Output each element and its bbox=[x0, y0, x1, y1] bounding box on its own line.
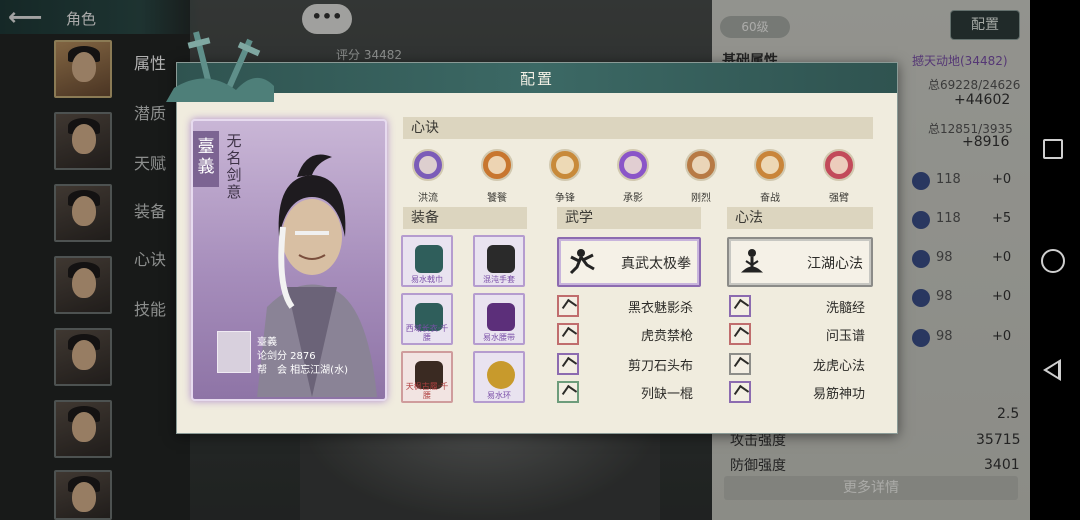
dialog-header: 配置 bbox=[177, 63, 897, 93]
config-dialog: 配置 臺義 无名剑意 臺義 论剑分 2876 帮 会 相忘江湖(水) 心诀 洪流… bbox=[176, 62, 898, 434]
mindset-section-header: 心诀 bbox=[403, 117, 873, 139]
skill-icon bbox=[729, 295, 751, 317]
skill-icon bbox=[729, 381, 751, 403]
method-sub-skill[interactable]: 易筋神功 bbox=[729, 381, 865, 403]
martial-sub-skill[interactable]: 列缺一棍 bbox=[557, 381, 693, 403]
method-section-header: 心法 bbox=[727, 207, 873, 229]
mindset-skill-ganglie[interactable]: 刚烈 bbox=[676, 149, 726, 205]
mindset-skill-icon bbox=[823, 149, 855, 181]
ring-icon bbox=[487, 361, 515, 389]
martial-section-header: 武学 bbox=[557, 207, 701, 229]
mindset-skill-zhengfeng[interactable]: 争锋 bbox=[540, 149, 590, 205]
card-name: 臺義 bbox=[257, 337, 277, 348]
mindset-skill-fenzhan[interactable]: 奋战 bbox=[745, 149, 795, 205]
equipment-slot-belt[interactable]: 易水腰带 bbox=[473, 293, 525, 345]
mindset-skill-icon bbox=[412, 149, 444, 181]
belt-icon bbox=[487, 303, 515, 331]
equipment-slot-ring[interactable]: 易水环 bbox=[473, 351, 525, 403]
mindset-skill-icon bbox=[754, 149, 786, 181]
main-martial-skill[interactable]: 真武太极拳 bbox=[557, 237, 701, 287]
method-sub-skill[interactable]: 问玉谱 bbox=[729, 323, 865, 345]
recent-apps-icon[interactable] bbox=[1043, 139, 1063, 159]
fighter-icon bbox=[569, 249, 595, 275]
martial-sub-skill[interactable]: 虎贲禁枪 bbox=[557, 323, 693, 345]
equipment-slot-head[interactable]: 易水戟巾 bbox=[401, 235, 453, 287]
mindset-skill-icon bbox=[617, 149, 649, 181]
mindset-skill-icon bbox=[549, 149, 581, 181]
skill-icon bbox=[557, 295, 579, 317]
character-card: 臺義 无名剑意 臺義 论剑分 2876 帮 会 相忘江湖(水) bbox=[191, 119, 387, 401]
mindset-skill-taotie[interactable]: 饕餮 bbox=[472, 149, 522, 205]
mindset-skill-chengying[interactable]: 承影 bbox=[608, 149, 658, 205]
skill-icon bbox=[729, 323, 751, 345]
skill-icon bbox=[557, 353, 579, 375]
dialog-title: 配置 bbox=[519, 70, 554, 88]
character-avatar bbox=[217, 331, 251, 373]
martial-sub-skill[interactable]: 剪刀石头布 bbox=[557, 353, 693, 375]
method-sub-skill[interactable]: 洗髓经 bbox=[729, 295, 865, 317]
mindset-skill-icon bbox=[685, 149, 717, 181]
card-score: 论剑分 2876 bbox=[257, 351, 316, 362]
mindset-skill-icon bbox=[481, 149, 513, 181]
card-guild: 帮 会 相忘江湖(水) bbox=[257, 365, 348, 376]
crossed-swords-decoration bbox=[166, 31, 274, 102]
home-icon[interactable] bbox=[1041, 249, 1065, 273]
main-method-skill[interactable]: 江湖心法 bbox=[727, 237, 873, 287]
method-sub-skill[interactable]: 龙虎心法 bbox=[729, 353, 865, 375]
skill-icon bbox=[557, 381, 579, 403]
glove-icon bbox=[487, 245, 515, 273]
meditating-figure-icon bbox=[740, 249, 764, 273]
back-icon[interactable] bbox=[1043, 359, 1061, 381]
character-name-vertical: 臺義 bbox=[193, 131, 219, 187]
skill-icon bbox=[557, 323, 579, 345]
equipment-section-header: 装备 bbox=[403, 207, 527, 229]
martial-sub-skill[interactable]: 黑衣魅影杀 bbox=[557, 295, 693, 317]
equipment-slot-body[interactable]: 西域长衣·千腰 bbox=[401, 293, 453, 345]
mindset-skill-hongliu[interactable]: 洪流 bbox=[403, 149, 453, 205]
mindset-skill-qiangbi[interactable]: 强臂 bbox=[814, 149, 864, 205]
equipment-slot-feet[interactable]: 天枫古履·千腰 bbox=[401, 351, 453, 403]
headwear-icon bbox=[415, 245, 443, 273]
skill-icon bbox=[729, 353, 751, 375]
equipment-slot-hands[interactable]: 混沌手套 bbox=[473, 235, 525, 287]
